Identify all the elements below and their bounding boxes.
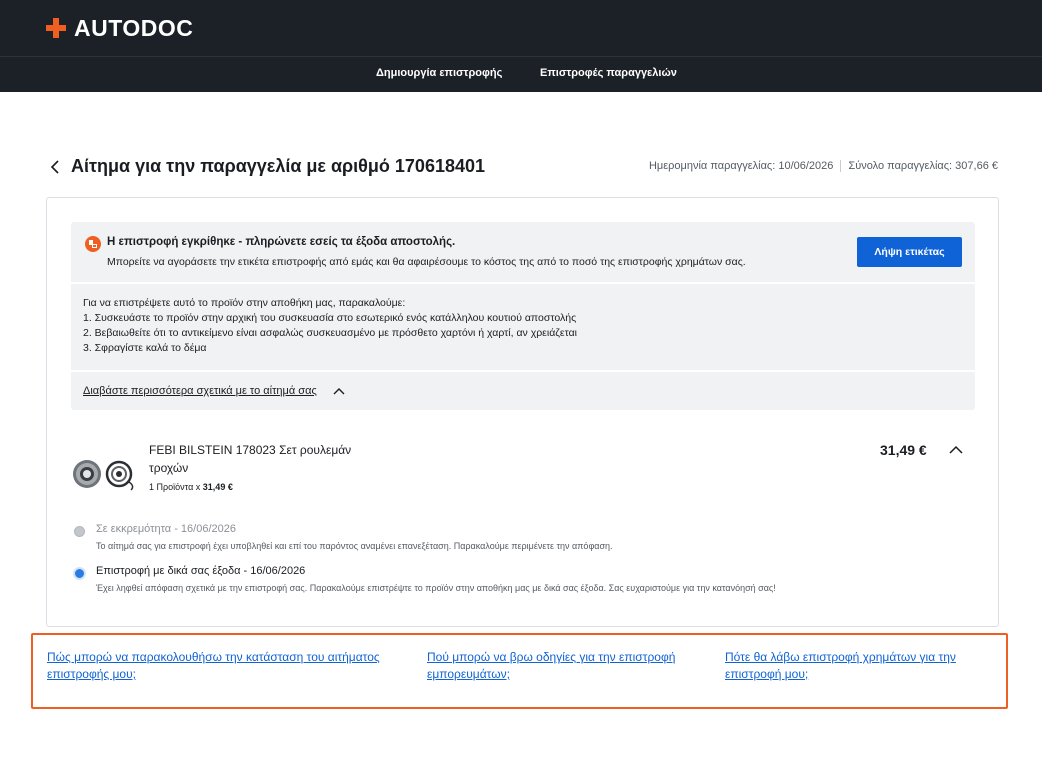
return-package-icon bbox=[85, 236, 101, 252]
order-meta: Ημερομηνία παραγγελίας: 10/06/2026 Σύνολ… bbox=[649, 160, 998, 172]
product-collapse-chevron-icon[interactable] bbox=[949, 445, 963, 455]
returns-nav: Δημιουργία επιστροφής Επιστροφές παραγγε… bbox=[0, 56, 1042, 92]
approval-notice: Η επιστροφή εγκρίθηκε - πληρώνετε εσείς … bbox=[71, 222, 975, 282]
autodoc-logo[interactable]: AUTODOC bbox=[46, 14, 194, 41]
logo-text: AUTODOC bbox=[74, 14, 194, 41]
instruction-step: 1. Συσκευάστε το προϊόν στην αρχική του … bbox=[83, 312, 577, 324]
nav-create-return[interactable]: Δημιουργία επιστροφής bbox=[376, 67, 502, 79]
read-more-link[interactable]: Διαβάστε περισσότερα σχετικά με το αίτημ… bbox=[83, 385, 317, 397]
status-dot-pending bbox=[74, 526, 85, 537]
product-image bbox=[73, 460, 134, 491]
page-title: Αίτημα για την παραγγελία με αριθμό 1706… bbox=[71, 156, 486, 176]
logo-plus-icon bbox=[46, 18, 66, 38]
status-description-pending: Το αίτημά σας για επιστροφή έχει υποβληθ… bbox=[96, 541, 613, 551]
instruction-step: 2. Βεβαιωθείτε ότι το αντικείμενο είναι … bbox=[83, 327, 577, 339]
faq-track-status-link[interactable]: Πώς μπορώ να παρακολουθήσω την κατάσταση… bbox=[47, 649, 427, 683]
order-date: Ημερομηνία παραγγελίας: 10/06/2026 bbox=[648, 160, 834, 172]
status-title-current: Επιστροφή με δικά σας έξοδα - 16/06/2026 bbox=[96, 565, 306, 577]
instructions-intro: Για να επιστρέψετε αυτό το προϊόν στην α… bbox=[83, 297, 406, 309]
faq-return-guide-link[interactable]: Πού μπορώ να βρω οδηγίες για την επιστρο… bbox=[427, 649, 717, 683]
product-price: 31,49 € bbox=[880, 442, 927, 458]
chevron-up-icon[interactable] bbox=[333, 387, 345, 396]
quantity-label: 1 Προϊόντα x bbox=[149, 482, 201, 492]
notice-title: Η επιστροφή εγκρίθηκε - πληρώνετε εσείς … bbox=[107, 236, 456, 248]
product-quantity: 1 Προϊόντα x 31,49 € bbox=[149, 482, 233, 492]
status-dot-current bbox=[73, 567, 86, 580]
nav-order-returns[interactable]: Επιστροφές παραγγελιών bbox=[540, 67, 677, 79]
return-instructions: Για να επιστρέψετε αυτό το προϊόν στην α… bbox=[71, 284, 975, 370]
top-bar: AUTODOC bbox=[0, 0, 1042, 56]
read-more-section: Διαβάστε περισσότερα σχετικά με το αίτημ… bbox=[71, 372, 975, 410]
unit-price: 31,49 € bbox=[202, 482, 233, 492]
notice-text: Μπορείτε να αγοράσετε την ετικέτα επιστρ… bbox=[107, 256, 746, 268]
download-label-button[interactable]: Λήψη ετικέτας bbox=[857, 237, 962, 267]
order-total: Σύνολο παραγγελίας: 307,66 € bbox=[848, 160, 998, 172]
status-description-current: Έχει ληφθεί απόφαση σχετικά με την επιστ… bbox=[96, 583, 776, 593]
faq-links: Πώς μπορώ να παρακολουθήσω την κατάσταση… bbox=[31, 633, 1008, 709]
return-request-card: Η επιστροφή εγκρίθηκε - πληρώνετε εσείς … bbox=[46, 197, 999, 627]
instruction-step: 3. Σφραγίστε καλά το δέμα bbox=[83, 342, 207, 354]
status-title-pending: Σε εκκρεμότητα - 16/06/2026 bbox=[96, 523, 236, 535]
meta-divider bbox=[840, 160, 842, 172]
faq-refund-time-link[interactable]: Πότε θα λάβω επιστροφή χρημάτων για την … bbox=[725, 649, 995, 683]
product-name: FEBI BILSTEIN 178023 Σετ ρουλεμάν τροχών bbox=[149, 443, 352, 475]
back-chevron-icon[interactable] bbox=[48, 159, 62, 175]
